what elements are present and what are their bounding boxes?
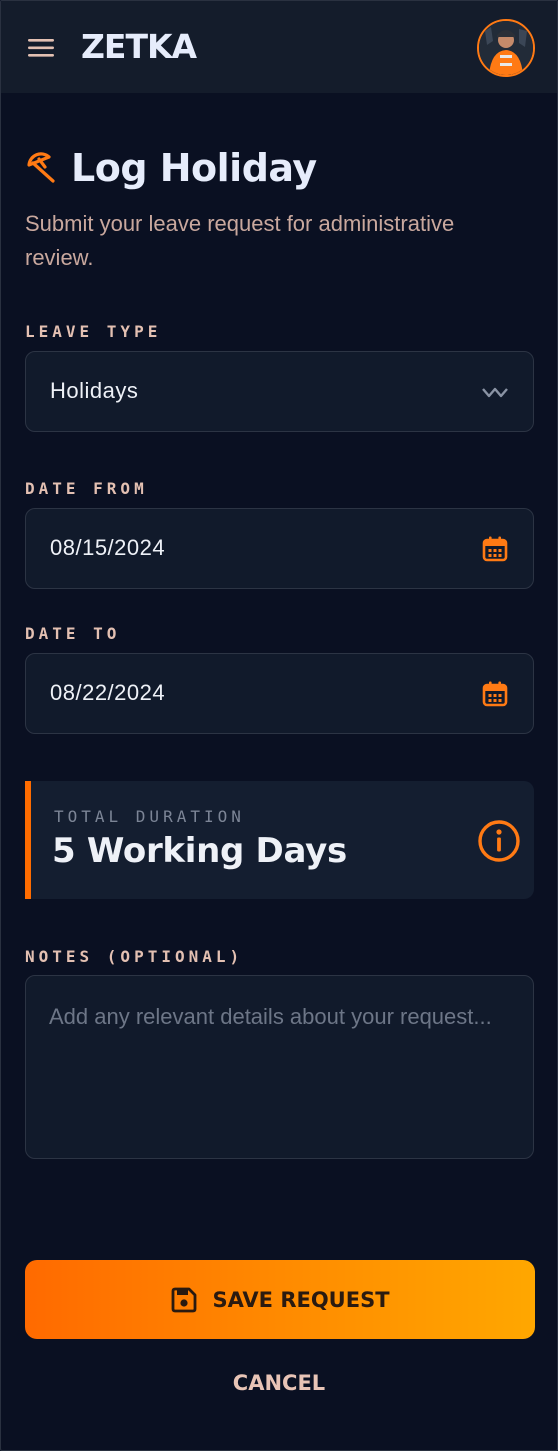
notes-textarea[interactable] [25, 975, 534, 1159]
leave-type-value: Holidays [50, 378, 139, 403]
date-from-label: DATE FROM [25, 479, 148, 498]
brand-logo[interactable]: ZETKA [81, 27, 197, 67]
date-to-value: 08/22/2024 [50, 680, 166, 705]
date-from-value: 08/15/2024 [50, 535, 166, 560]
beach-umbrella-icon [25, 151, 59, 185]
total-duration-label: TOTAL DURATION [54, 807, 245, 826]
cancel-button[interactable]: CANCEL [1, 1371, 557, 1395]
total-duration-value: 5 Working Days [52, 831, 347, 871]
info-icon[interactable] [477, 819, 521, 863]
avatar[interactable] [477, 19, 535, 77]
calendar-icon[interactable] [481, 535, 509, 563]
save-button-content: SAVE REQUEST [25, 1260, 535, 1339]
page-subtitle: Submit your leave request for administra… [25, 211, 455, 270]
top-bar: ZETKA [1, 1, 557, 93]
date-to-field[interactable]: 08/22/2024 [25, 653, 534, 734]
date-from-field[interactable]: 08/15/2024 [25, 508, 534, 589]
calendar-icon[interactable] [481, 680, 509, 708]
leave-type-select[interactable]: Holidays [25, 351, 534, 432]
app-frame: ZETKA Log Holiday Submit your leave requ… [0, 0, 558, 1451]
leave-type-label: LEAVE TYPE [25, 322, 162, 341]
total-duration-card: TOTAL DURATION 5 Working Days [25, 781, 534, 899]
save-request-button[interactable]: SAVE REQUEST [25, 1260, 535, 1339]
page-title: Log Holiday [71, 146, 317, 190]
save-request-label: SAVE REQUEST [212, 1287, 390, 1312]
notes-label: NOTES (OPTIONAL) [25, 947, 244, 966]
avatar-image [479, 21, 533, 75]
hamburger-menu-icon[interactable] [27, 37, 57, 61]
date-to-label: DATE TO [25, 624, 121, 643]
floppy-disk-icon [170, 1286, 198, 1314]
chevron-down-icon [481, 379, 509, 407]
